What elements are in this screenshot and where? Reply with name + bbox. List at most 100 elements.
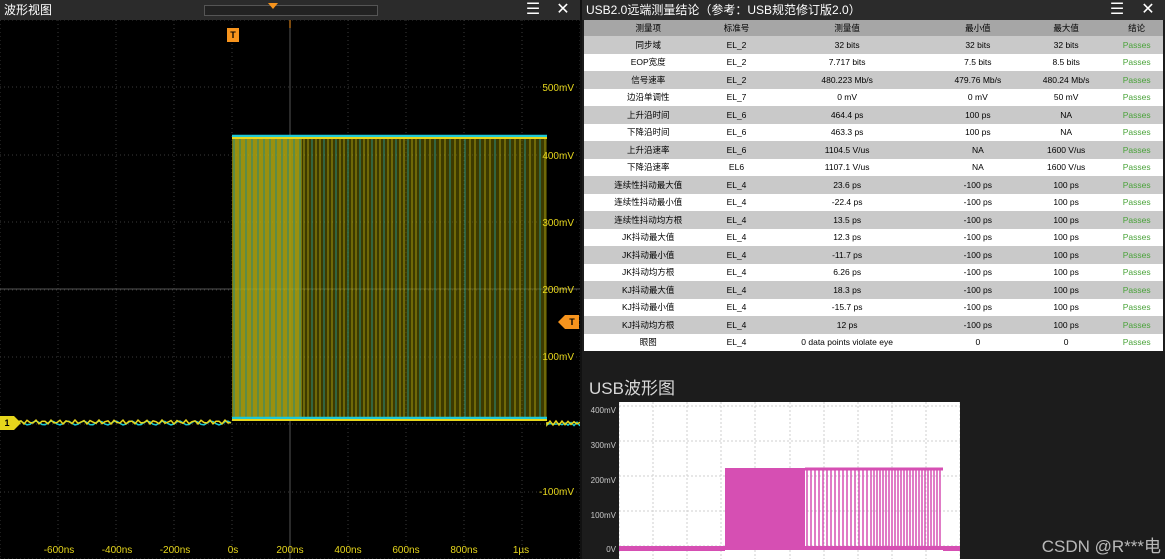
table-cell: 32 bits	[1022, 36, 1111, 54]
close-icon[interactable]: ✕	[1139, 1, 1157, 19]
column-header: 最小值	[933, 20, 1022, 36]
trigger-level-marker[interactable]: T	[558, 315, 580, 329]
table-cell: 13.5 ps	[760, 211, 934, 229]
table-cell: -15.7 ps	[760, 298, 934, 316]
waveform-y-label: 300mV	[590, 441, 616, 450]
table-cell: 1600 V/us	[1022, 158, 1111, 176]
table-cell: JK抖动均方根	[584, 263, 713, 281]
table-cell: -22.4 ps	[760, 193, 934, 211]
table-cell: EL_4	[712, 176, 761, 194]
x-axis-label: 1µs	[512, 545, 530, 556]
table-cell: Passes	[1110, 106, 1163, 124]
table-cell: 1104.5 V/us	[760, 141, 934, 159]
table-row: KJ抖动最大值 EL_4 18.3 ps -100 ps 100 ps Passes	[584, 281, 1163, 299]
table-cell: EL_6	[712, 141, 761, 159]
y-axis-label: 500mV	[542, 83, 574, 94]
table-cell: Passes	[1110, 298, 1163, 316]
table-row: 下降沿时间 EL_6 463.3 ps 100 ps NA Passes	[584, 123, 1163, 141]
x-axis-label: -400ns	[101, 545, 133, 556]
table-cell: 479.76 Mb/s	[933, 71, 1022, 89]
table-row: 上升沿时间 EL_6 464.4 ps 100 ps NA Passes	[584, 106, 1163, 124]
table-cell: 23.6 ps	[760, 176, 934, 194]
table-row: KJ抖动最小值 EL_4 -15.7 ps -100 ps 100 ps Passes	[584, 298, 1163, 316]
table-cell: NA	[1022, 123, 1111, 141]
trigger-time-marker[interactable]: T	[227, 28, 239, 42]
y-axis-label: 400mV	[542, 151, 574, 162]
table-row: 连续性抖动均方根 EL_4 13.5 ps -100 ps 100 ps Passes	[584, 211, 1163, 229]
table-cell: EOP宽度	[584, 53, 713, 71]
table-cell: 18.3 ps	[760, 281, 934, 299]
table-cell: 1600 V/us	[1022, 141, 1111, 159]
x-axis-label: 0s	[227, 545, 239, 556]
x-axis-label: 600ns	[392, 545, 420, 556]
table-cell: Passes	[1110, 281, 1163, 299]
table-cell: 边沿单调性	[584, 88, 713, 106]
scope-plot-area[interactable]	[0, 19, 580, 559]
table-cell: 100 ps	[1022, 176, 1111, 194]
table-cell: 480.223 Mb/s	[760, 71, 934, 89]
table-cell: 32 bits	[760, 36, 934, 54]
table-cell: 100 ps	[1022, 211, 1111, 229]
table-cell: 12 ps	[760, 316, 934, 334]
table-row: JK抖动最小值 EL_4 -11.7 ps -100 ps 100 ps Passes	[584, 246, 1163, 264]
table-cell: NA	[933, 141, 1022, 159]
table-cell: EL_4	[712, 298, 761, 316]
channel1-offset-marker[interactable]: 1	[0, 416, 21, 430]
table-cell: EL_2	[712, 36, 761, 54]
watermark: CSDN @R***电	[1041, 537, 1161, 556]
table-cell: 眼图	[584, 333, 713, 351]
hamburger-menu-icon[interactable]: ☰	[524, 1, 542, 19]
table-cell: 463.3 ps	[760, 123, 934, 141]
table-cell: Passes	[1110, 176, 1163, 194]
table-row: 下降沿速率 EL6 1107.1 V/us NA 1600 V/us Passes	[584, 158, 1163, 176]
table-cell: 32 bits	[933, 36, 1022, 54]
table-cell: Passes	[1110, 246, 1163, 264]
usb-waveform-plot[interactable]	[618, 402, 961, 559]
table-cell: EL_2	[712, 53, 761, 71]
table-cell: -100 ps	[933, 211, 1022, 229]
table-cell: EL_4	[712, 228, 761, 246]
window-title: 波形视图	[4, 3, 53, 17]
table-cell: 下降沿速率	[584, 158, 713, 176]
table-cell: 100 ps	[933, 123, 1022, 141]
y-axis-label: 100mV	[542, 352, 574, 363]
table-cell: 下降沿时间	[584, 123, 713, 141]
table-cell: -100 ps	[933, 281, 1022, 299]
table-row: EOP宽度 EL_2 7.717 bits 7.5 bits 8.5 bits Passe…	[584, 53, 1163, 71]
table-cell: 7.717 bits	[760, 53, 934, 71]
waveform-y-label: 400mV	[590, 406, 616, 415]
table-cell: 1107.1 V/us	[760, 158, 934, 176]
x-axis-label: 800ns	[450, 545, 478, 556]
column-header: 标准号	[712, 20, 761, 36]
table-cell: 464.4 ps	[760, 106, 934, 124]
table-cell: 同步域	[584, 36, 713, 54]
table-cell: Passes	[1110, 71, 1163, 89]
table-cell: EL_4	[712, 211, 761, 229]
table-cell: KJ抖动最小值	[584, 298, 713, 316]
table-cell: Passes	[1110, 36, 1163, 54]
table-row: 上升沿速率 EL_6 1104.5 V/us NA 1600 V/us Passes	[584, 141, 1163, 159]
y-axis-label: 300mV	[542, 218, 574, 229]
waveform-y-label: 200mV	[590, 476, 616, 485]
table-cell: EL_7	[712, 88, 761, 106]
table-cell: -100 ps	[933, 316, 1022, 334]
close-icon[interactable]: ✕	[554, 1, 572, 19]
table-cell: -100 ps	[933, 193, 1022, 211]
table-cell: 100 ps	[1022, 228, 1111, 246]
table-cell: 100 ps	[1022, 246, 1111, 264]
table-cell: EL_2	[712, 71, 761, 89]
table-cell: EL_4	[712, 281, 761, 299]
table-cell: 连续性抖动最小值	[584, 193, 713, 211]
table-cell: 0 data points violate eye	[760, 333, 934, 351]
table-row: 眼图 EL_4 0 data points violate eye 0 0 Passes	[584, 333, 1163, 351]
table-header-row: 测量项 标准号 测量值 最小值 最大值 结论	[584, 20, 1163, 36]
memory-overview-bar[interactable]	[204, 5, 378, 16]
table-cell: Passes	[1110, 333, 1163, 351]
trigger-position-marker-icon[interactable]	[268, 3, 278, 9]
y-axis-label: 200mV	[542, 285, 574, 296]
hamburger-menu-icon[interactable]: ☰	[1108, 1, 1126, 19]
table-row: 信号速率 EL_2 480.223 Mb/s 479.76 Mb/s 480.24 Mb…	[584, 71, 1163, 89]
table-cell: EL_6	[712, 106, 761, 124]
measurement-table: 测量项 标准号 测量值 最小值 最大值 结论 同步域 EL_2 32 bits 32 …	[584, 20, 1163, 351]
table-cell: 100 ps	[1022, 193, 1111, 211]
